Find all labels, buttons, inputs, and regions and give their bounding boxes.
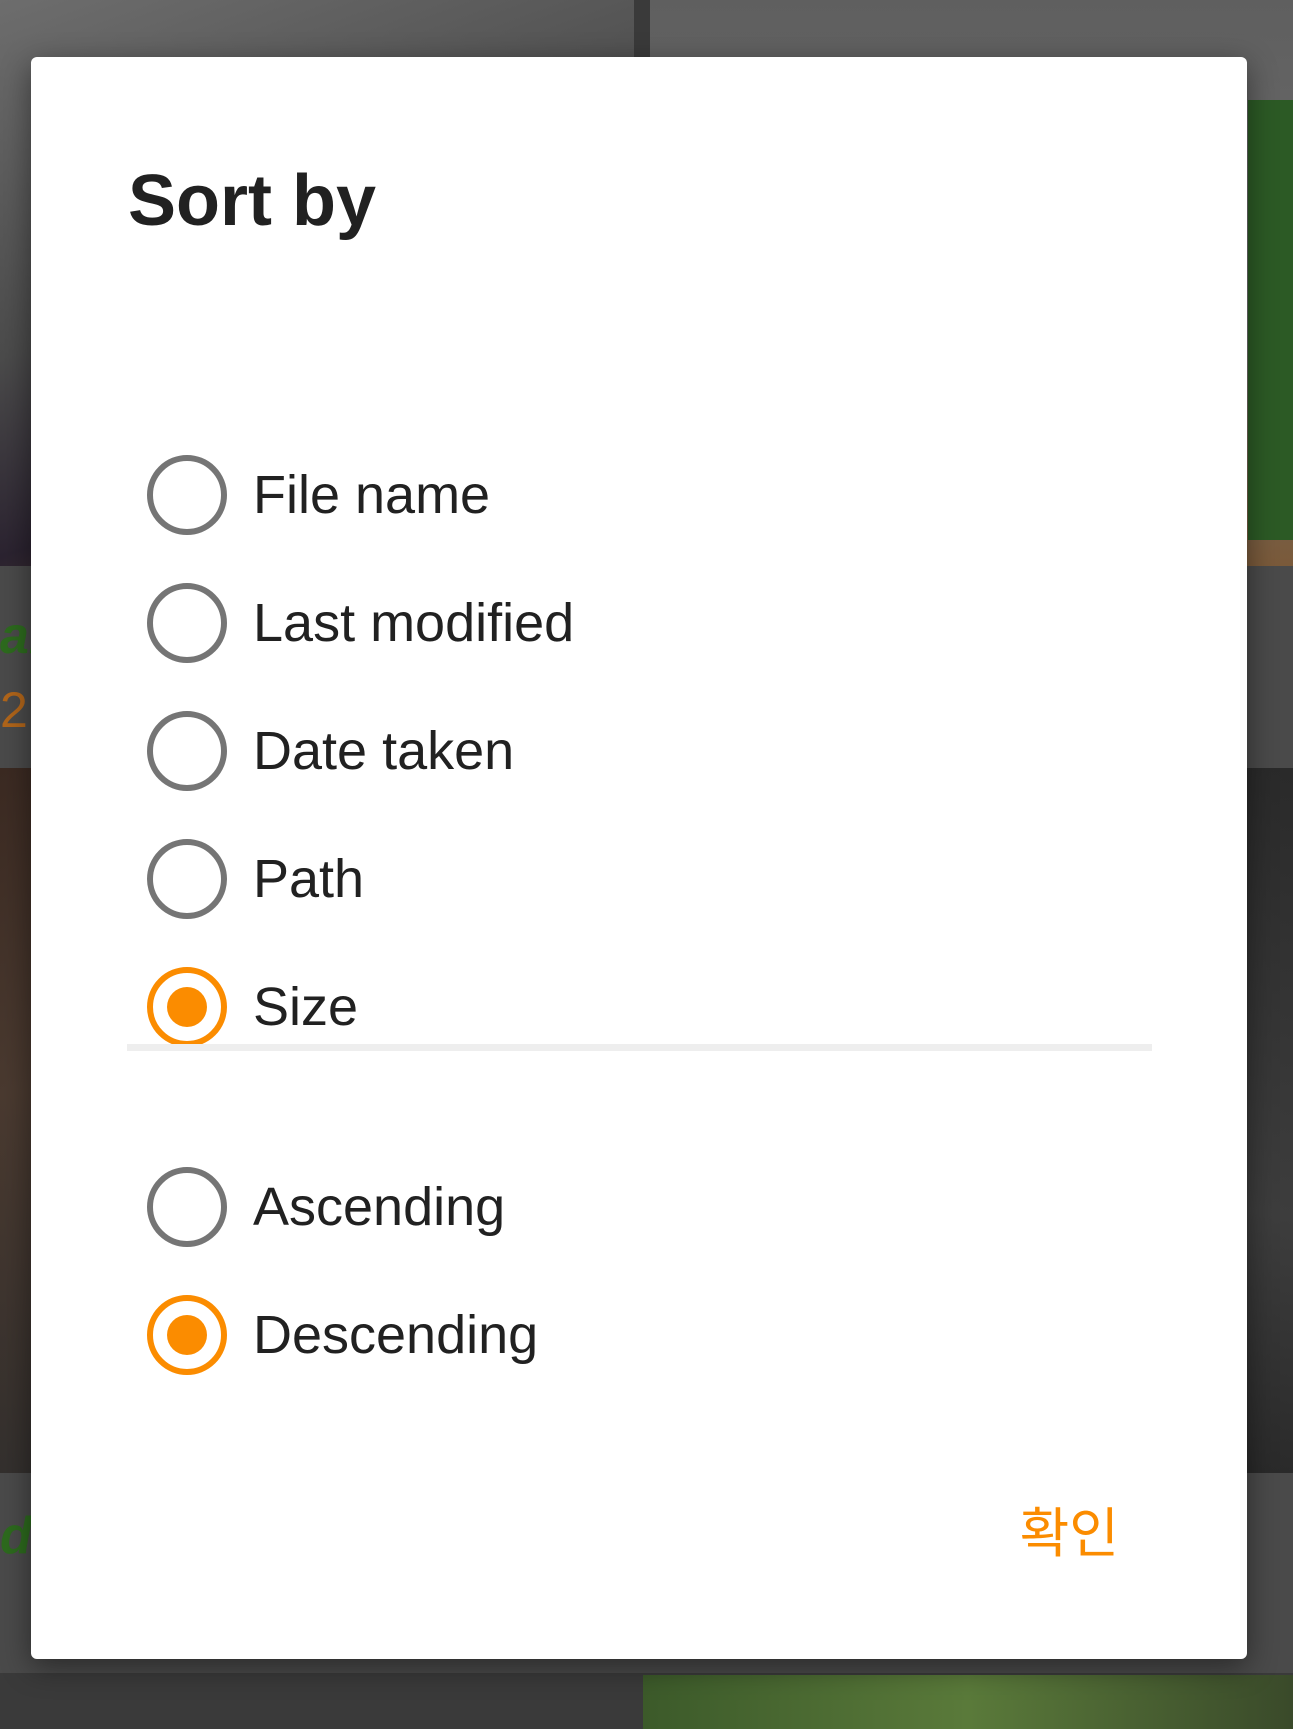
sort-order-label: Ascending xyxy=(253,1177,506,1237)
sort-option-file-name[interactable]: File name xyxy=(147,450,490,540)
sort-dialog: Sort by File name Last modified Date tak… xyxy=(31,57,1247,1659)
sort-option-date-taken[interactable]: Date taken xyxy=(147,706,514,796)
sort-option-last-modified[interactable]: Last modified xyxy=(147,578,574,668)
radio-unchecked-icon[interactable] xyxy=(147,711,227,791)
radio-unchecked-icon[interactable] xyxy=(147,455,227,535)
sort-option-label: Last modified xyxy=(253,593,575,653)
radio-checked-icon[interactable] xyxy=(147,1295,227,1375)
gallery-caption: d xyxy=(0,1507,32,1565)
radio-unchecked-icon[interactable] xyxy=(147,583,227,663)
radio-unchecked-icon[interactable] xyxy=(147,839,227,919)
sort-option-label: Date taken xyxy=(253,721,515,781)
sort-option-size[interactable]: Size xyxy=(147,962,358,1052)
sort-order-ascending[interactable]: Ascending xyxy=(147,1162,505,1252)
confirm-button[interactable]: 확인 xyxy=(1002,1497,1137,1571)
radio-checked-icon[interactable] xyxy=(147,967,227,1047)
gallery-thumbnail xyxy=(0,1675,634,1729)
gallery-thumbnail xyxy=(643,1675,1293,1729)
sort-order-label: Descending xyxy=(253,1305,539,1365)
sort-option-label: File name xyxy=(253,465,491,525)
sort-order-descending[interactable]: Descending xyxy=(147,1290,538,1380)
dialog-divider xyxy=(127,1044,1152,1051)
dialog-title: Sort by xyxy=(128,161,377,241)
sort-option-label: Size xyxy=(253,977,359,1037)
sort-option-label: Path xyxy=(253,849,365,909)
radio-unchecked-icon[interactable] xyxy=(147,1167,227,1247)
sort-option-path[interactable]: Path xyxy=(147,834,364,924)
